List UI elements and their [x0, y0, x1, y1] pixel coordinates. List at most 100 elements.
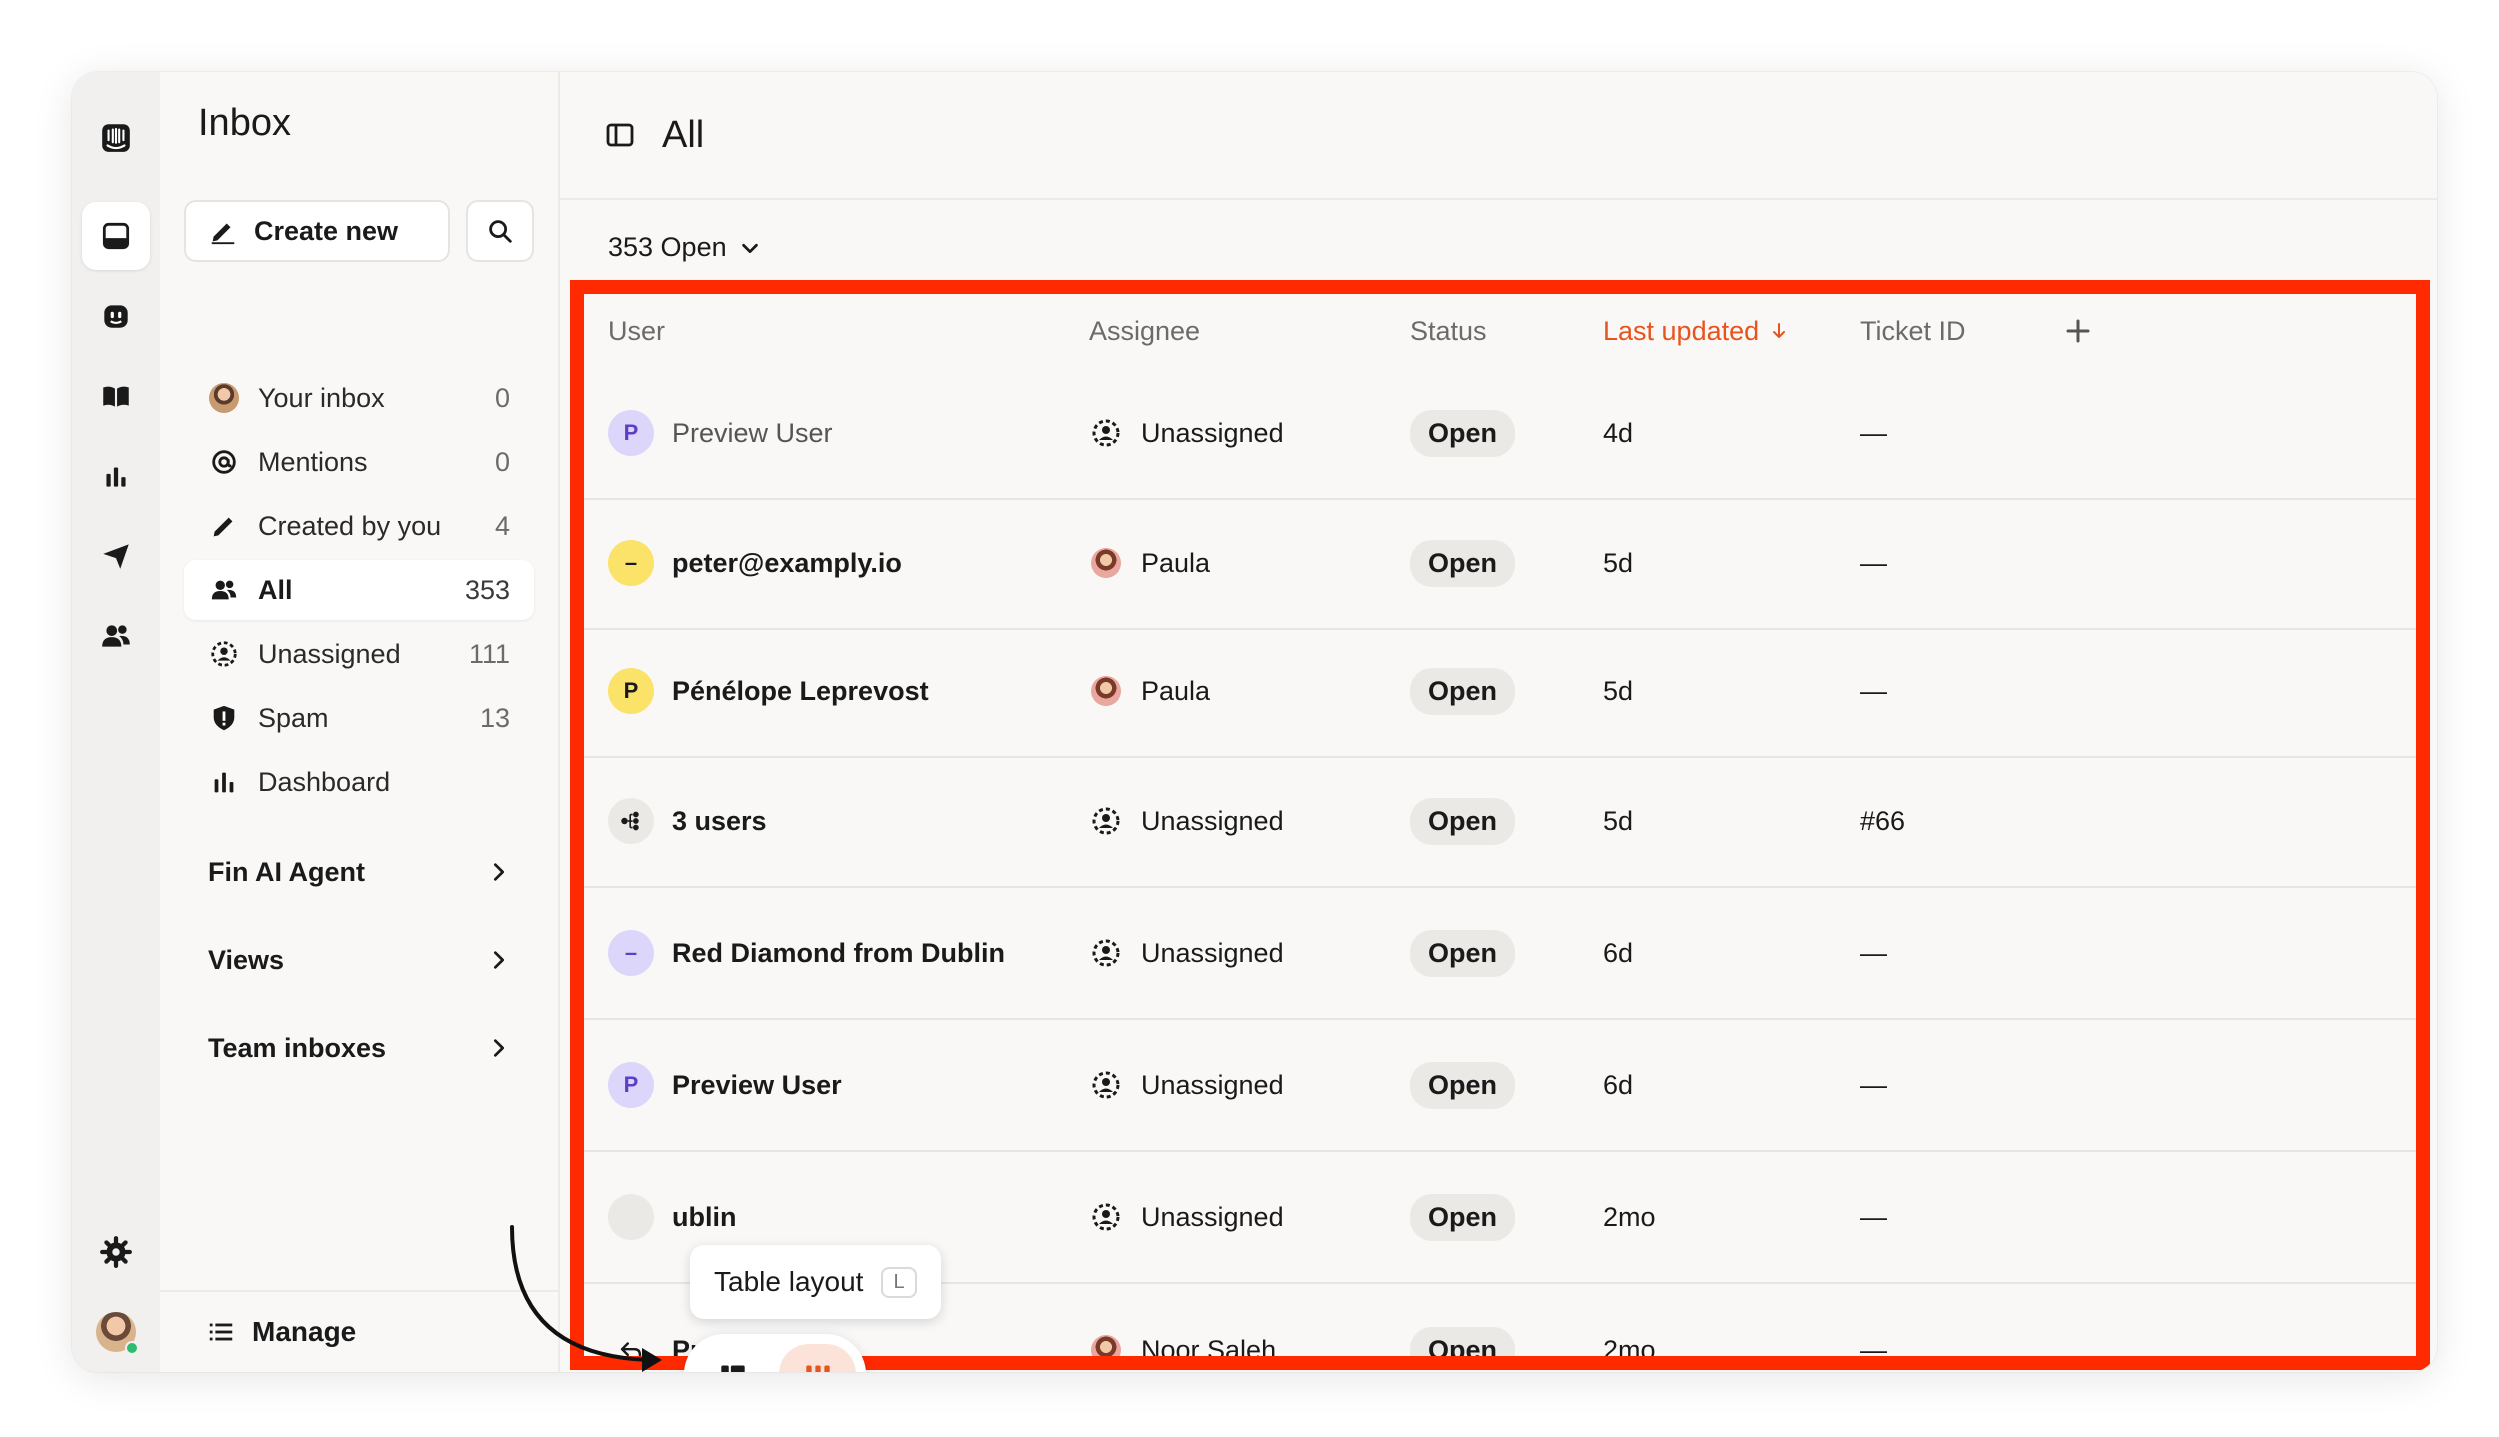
sidebar-item-mentions[interactable]: Mentions 0 [184, 432, 534, 492]
table-row[interactable]: – peter@examply.io Paula Open 5d — [584, 498, 2416, 630]
status-filter-dropdown[interactable]: 353 Open [608, 232, 761, 263]
table-row[interactable]: – Red Diamond from Dublin Unassigned Open 6d… [584, 888, 2416, 1020]
user-cell: – Red Diamond from Dublin [608, 888, 1005, 1018]
unassigned-icon [1092, 419, 1120, 447]
ticket-id-value: — [1860, 547, 1887, 578]
ticket-id-value: — [1860, 937, 1887, 968]
ticket-id-cell: — [1860, 1020, 1887, 1150]
intercom-logo-icon[interactable] [82, 104, 150, 172]
ticket-id-value: #66 [1860, 805, 1906, 836]
last-updated-value: 5d [1603, 675, 1634, 706]
sidebar-item-count: 0 [494, 382, 510, 413]
status-filter-label: 353 Open [608, 232, 727, 262]
section-label: Views [208, 944, 285, 975]
tooltip-shortcut: L [881, 1266, 917, 1298]
sidebar-item-created-by-you[interactable]: Created by you 4 [184, 496, 534, 556]
user-avatar: P [608, 668, 654, 714]
settings-gear-icon[interactable] [82, 1218, 150, 1286]
table-row[interactable]: P Preview User Unassigned Open 4d — [584, 368, 2416, 500]
ticket-id-cell: #66 [1860, 756, 1905, 886]
sidebar-item-label: Unassigned [258, 638, 401, 669]
contacts-people-icon[interactable] [82, 602, 150, 670]
section-label: Team inboxes [208, 1032, 387, 1063]
sidebar-item-dashboard[interactable]: Dashboard [184, 752, 534, 812]
user-avatar[interactable] [96, 1312, 139, 1355]
plus-icon [2066, 319, 2090, 343]
split-layout-icon [720, 1365, 745, 1372]
status-cell: Open [1410, 888, 1516, 1018]
status-cell: Open [1410, 626, 1516, 756]
assignee-avatar [1091, 548, 1121, 578]
manage-button[interactable]: Manage [160, 1290, 558, 1372]
outbound-send-icon[interactable] [82, 522, 150, 590]
table-row[interactable]: 3 users Unassigned Open 5d #66 [584, 756, 2416, 888]
assignee-name: Unassigned [1141, 417, 1284, 448]
sidebar-item-unassigned[interactable]: Unassigned 111 [184, 624, 534, 684]
sidebar-item-label: Spam [258, 702, 329, 733]
search-button[interactable] [466, 200, 534, 262]
status-badge: Open [1410, 409, 1516, 457]
column-header-status[interactable]: Status [1410, 294, 1487, 368]
split-layout-button[interactable] [694, 1344, 771, 1372]
pencil-icon [213, 517, 233, 537]
assignee-icon [1089, 546, 1123, 580]
knowledge-book-icon[interactable] [82, 362, 150, 430]
last-updated-value: 4d [1603, 417, 1634, 448]
create-new-label: Create new [254, 215, 399, 246]
sidebar-item-count: 13 [479, 702, 510, 733]
create-new-button[interactable]: Create new [184, 200, 450, 262]
sidebar-toggle-icon[interactable] [604, 119, 636, 151]
status-badge: Open [1410, 1193, 1516, 1241]
section-team-inboxes[interactable]: Team inboxes [184, 1018, 534, 1078]
sidebar-item-label: Mentions [258, 446, 368, 477]
section-views[interactable]: Views [184, 930, 534, 990]
assignee-icon [1089, 804, 1123, 838]
status-badge: Open [1410, 929, 1516, 977]
status-badge: Open [1410, 667, 1516, 715]
sidebar-item-all[interactable]: All 353 [184, 560, 534, 620]
inbox-icon[interactable] [82, 202, 150, 270]
user-name: Preview User [672, 1069, 842, 1100]
user-avatar: P [608, 1062, 654, 1108]
ticket-id-cell: — [1860, 888, 1887, 1018]
table-row[interactable]: P Preview User Unassigned Open 6d — [584, 1020, 2416, 1152]
assignee-icon [1089, 1200, 1123, 1234]
sidebar-title: Inbox [198, 102, 291, 144]
last-updated-cell: 5d [1603, 756, 1633, 886]
unassigned-icon [1092, 1071, 1120, 1099]
page-title: All [662, 113, 705, 156]
table-layout-icon [805, 1365, 830, 1372]
column-header-last-updated[interactable]: Last updated [1603, 294, 1789, 368]
ticket-id-value: — [1860, 1069, 1887, 1100]
assignee-icon [1089, 1068, 1123, 1102]
reports-chart-icon[interactable] [82, 442, 150, 510]
assignee-icon [1089, 1333, 1123, 1358]
last-updated-cell: 2mo [1603, 1152, 1656, 1282]
ticket-id-cell: — [1860, 368, 1887, 498]
assignee-name: Unassigned [1141, 805, 1284, 836]
column-header-ticket-id[interactable]: Ticket ID [1860, 294, 1966, 368]
sidebar-item-your-inbox[interactable]: Your inbox 0 [184, 368, 534, 428]
chevron-right-icon [493, 1039, 505, 1057]
sidebar-item-spam[interactable]: Spam 13 [184, 688, 534, 748]
column-header-user[interactable]: User [608, 294, 665, 368]
unassigned-icon [1092, 1203, 1120, 1231]
last-updated-value: 5d [1603, 805, 1634, 836]
table-layout-button[interactable] [779, 1344, 856, 1372]
fin-bot-icon[interactable] [82, 282, 150, 350]
last-updated-value: 6d [1603, 937, 1634, 968]
column-header-assignee[interactable]: Assignee [1089, 294, 1200, 368]
status-badge: Open [1410, 797, 1516, 845]
section-fin-ai-agent[interactable]: Fin AI Agent [184, 842, 534, 902]
add-column-button[interactable] [2054, 294, 2092, 368]
status-cell: Open [1410, 1020, 1516, 1150]
main-panel: All 353 Open User Assignee Status Last u… [560, 72, 2437, 1372]
last-updated-value: 5d [1603, 547, 1634, 578]
section-label: Fin AI Agent [208, 856, 365, 887]
last-updated-value: 2mo [1603, 1334, 1656, 1359]
assignee-name: Paula [1141, 675, 1211, 706]
layout-toggle [684, 1334, 866, 1372]
dashboard-chart-icon [214, 772, 234, 793]
inbox-sidebar: Inbox Create new Your inbox 0 Mentions 0… [160, 72, 560, 1372]
table-row[interactable]: P Pénélope Leprevost Paula Open 5d — [584, 626, 2416, 758]
